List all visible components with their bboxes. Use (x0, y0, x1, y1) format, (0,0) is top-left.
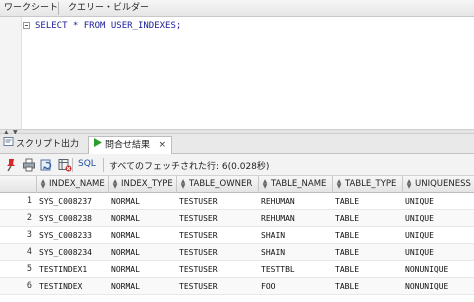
table-cell[interactable]: TESTUSER (177, 227, 257, 244)
table-cell[interactable]: NORMAL (109, 227, 175, 244)
table-cell[interactable]: UNIQUE (403, 210, 473, 227)
table-cell[interactable]: NONUNIQUE (403, 278, 473, 295)
table-cell[interactable]: TABLE (333, 227, 401, 244)
table-cell[interactable]: SHAIN (259, 244, 331, 261)
column-header-uniqueness[interactable]: ▲ ▼ UNIQUENESS (402, 176, 474, 193)
column-header-label: UNIQUENESS (415, 179, 471, 189)
row-number: 5 (26, 264, 32, 274)
run-icon (92, 137, 103, 154)
sort-icon: ▲ ▼ (336, 177, 342, 190)
table-cell[interactable]: NORMAL (109, 193, 175, 210)
table-cell[interactable]: NORMAL (109, 261, 175, 278)
table-row[interactable]: 6 TESTINDEX NORMAL TESTUSER FOO TABLE NO… (0, 278, 474, 295)
tab-worksheet[interactable]: ワークシート (0, 0, 62, 17)
row-number: 6 (26, 281, 32, 291)
toolbar-divider (72, 158, 73, 172)
table-cell[interactable]: TABLE (333, 193, 401, 210)
sort-icon: ▲ ▼ (262, 177, 268, 190)
table-cell[interactable]: UNIQUE (403, 244, 473, 261)
tab-divider (58, 2, 59, 15)
table-cell[interactable]: TESTUSER (177, 261, 257, 278)
column-header-label: INDEX_NAME (49, 179, 105, 189)
table-row[interactable]: 5 TESTINDEX1 NORMAL TESTUSER TESTTBL TAB… (0, 261, 474, 278)
table-row[interactable]: 1 SYS_C008237 NORMAL TESTUSER REHUMAN TA… (0, 193, 474, 210)
column-header-label: TABLE_OWNER (189, 179, 253, 189)
table-cell[interactable]: TESTUSER (177, 193, 257, 210)
sql-editor[interactable]: SELECT * FROM USER_INDEXES; (0, 17, 474, 129)
refresh-icon[interactable] (40, 158, 54, 172)
table-cell[interactable]: TABLE (333, 244, 401, 261)
tab-query-result-label: 問合せ結果 (105, 140, 151, 151)
row-number: 3 (26, 230, 32, 240)
table-row[interactable]: 2 SYS_C008238 NORMAL TESTUSER REHUMAN TA… (0, 210, 474, 227)
tab-script-output-label: スクリプト出力 (16, 139, 80, 150)
sort-icon: ▲ ▼ (180, 177, 186, 190)
column-header-table-type[interactable]: ▲ ▼ TABLE_TYPE (332, 176, 402, 193)
table-cell[interactable]: NORMAL (109, 210, 175, 227)
sort-icon: ▲ ▼ (112, 177, 118, 190)
column-header-index-name[interactable]: ▲ ▼ INDEX_NAME (36, 176, 108, 193)
grid-header: ▲ ▼ INDEX_NAME ▲ ▼ INDEX_TYPE ▲ ▼ TABLE_OWNER … (0, 176, 474, 193)
pin-icon[interactable] (4, 158, 18, 172)
row-number: 4 (26, 247, 32, 257)
sql-button[interactable]: SQL (78, 159, 96, 169)
column-header-label: TABLE_TYPE (345, 179, 397, 189)
column-header-table-name[interactable]: ▲ ▼ TABLE_NAME (258, 176, 332, 193)
table-cell[interactable]: NONUNIQUE (403, 261, 473, 278)
table-cell[interactable]: NORMAL (109, 278, 175, 295)
table-cell[interactable]: TABLE (333, 261, 401, 278)
row-number: 2 (26, 213, 32, 223)
sort-icon: ▲ ▼ (406, 177, 412, 190)
editor-tabbar: ワークシート クエリー・ビルダー (0, 0, 474, 17)
column-header-label: TABLE_NAME (271, 179, 327, 189)
table-cell[interactable]: SYS_C008233 (37, 227, 107, 244)
table-cell[interactable]: SYS_C008238 (37, 210, 107, 227)
table-cell[interactable]: TESTINDEX1 (37, 261, 107, 278)
column-header-index-type[interactable]: ▲ ▼ INDEX_TYPE (108, 176, 176, 193)
table-cell[interactable]: FOO (259, 278, 331, 295)
table-cell[interactable]: UNIQUE (403, 227, 473, 244)
table-cell[interactable]: REHUMAN (259, 210, 331, 227)
tab-script-output[interactable]: スクリプト出力 (0, 136, 86, 154)
tab-query-builder[interactable]: クエリー・ビルダー (64, 0, 153, 17)
table-cell[interactable]: TESTUSER (177, 210, 257, 227)
collapse-icon[interactable] (23, 22, 30, 29)
table-cell[interactable]: TABLE (333, 210, 401, 227)
table-cell[interactable]: TESTUSER (177, 278, 257, 295)
close-icon[interactable]: × (158, 137, 166, 153)
sort-icon: ▲ ▼ (40, 177, 46, 190)
result-grid[interactable]: ▲ ▼ INDEX_NAME ▲ ▼ INDEX_TYPE ▲ ▼ TABLE_OWNER … (0, 176, 474, 302)
table-cell[interactable]: SYS_C008234 (37, 244, 107, 261)
table-cell[interactable]: REHUMAN (259, 193, 331, 210)
result-tabbar: スクリプト出力 問合せ結果 × (0, 134, 474, 154)
script-output-icon (3, 136, 14, 153)
sql-statement[interactable]: SELECT * FROM USER_INDEXES; (35, 21, 181, 31)
table-cell[interactable]: TESTUSER (177, 244, 257, 261)
table-cell[interactable]: TABLE (333, 278, 401, 295)
table-cell[interactable]: SYS_C008237 (37, 193, 107, 210)
table-cell[interactable]: TESTINDEX (37, 278, 107, 295)
toolbar-divider (103, 158, 104, 172)
line-gutter (0, 17, 22, 129)
export-icon[interactable] (58, 158, 72, 172)
table-row[interactable]: 4 SYS_C008234 NORMAL TESTUSER SHAIN TABL… (0, 244, 474, 261)
column-header-table-owner[interactable]: ▲ ▼ TABLE_OWNER (176, 176, 258, 193)
print-icon[interactable] (22, 158, 36, 172)
fetch-status: すべてのフェッチされた行: 6(0.028秒) (109, 162, 270, 172)
table-cell[interactable]: NORMAL (109, 244, 175, 261)
table-row[interactable]: 3 SYS_C008233 NORMAL TESTUSER SHAIN TABL… (0, 227, 474, 244)
result-toolbar: SQL すべてのフェッチされた行: 6(0.028秒) (0, 154, 474, 176)
table-cell[interactable]: TESTTBL (259, 261, 331, 278)
column-header-label: INDEX_TYPE (121, 179, 173, 189)
table-cell[interactable]: SHAIN (259, 227, 331, 244)
table-cell[interactable]: UNIQUE (403, 193, 473, 210)
tab-query-result[interactable]: 問合せ結果 × (88, 136, 172, 154)
row-number: 1 (26, 196, 32, 206)
